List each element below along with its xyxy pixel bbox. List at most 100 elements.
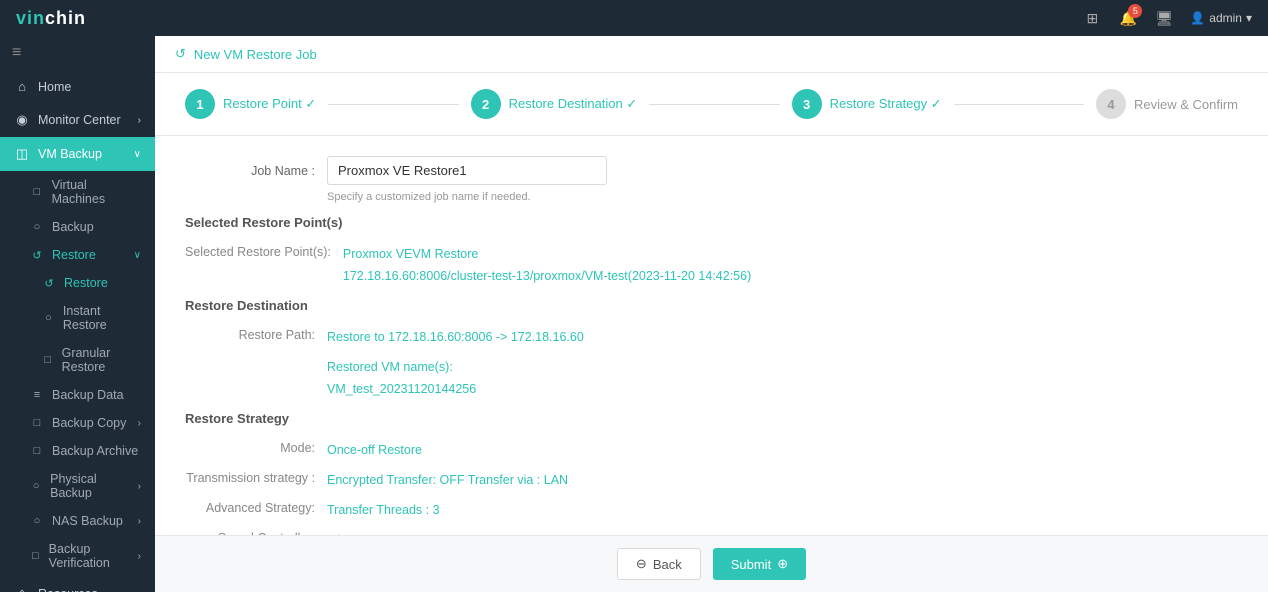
sidebar-label-resources: Resources: [38, 587, 130, 592]
step-connector-3: [954, 104, 1084, 105]
restore-path-label: Restore Path:: [185, 327, 315, 347]
sidebar-toggle[interactable]: ≡: [0, 36, 155, 70]
step-3-circle: 3: [792, 89, 822, 119]
transmission-value: Encrypted Transfer: OFF Transfer via : L…: [327, 470, 568, 490]
sidebar-label-backup-verification: Backup Verification: [49, 542, 130, 570]
physical-backup-arrow: ›: [138, 481, 141, 492]
vmbackup-icon: ◫: [14, 146, 30, 162]
granular-restore-icon: □: [42, 354, 54, 366]
sidebar-item-backup-data[interactable]: ≡ Backup Data: [0, 381, 155, 409]
sidebar-item-virtual-machines[interactable]: □ Virtual Machines: [0, 171, 155, 213]
nas-backup-arrow: ›: [138, 516, 141, 527]
sidebar-label-vms: Virtual Machines: [52, 178, 141, 206]
restored-vm-header: Restored VM name(s):: [327, 357, 476, 377]
topbar: vinchin ⊞ 🔔 5 🖥 👤 admin ▾: [0, 0, 1268, 36]
sidebar-item-backup-verification[interactable]: □ Backup Verification ›: [0, 535, 155, 577]
sidebar-item-resources[interactable]: ◈ Resources ›: [0, 577, 155, 592]
submit-label: Submit: [731, 557, 771, 572]
wizard-steps: 1 Restore Point ✓ 2 Restore Destination …: [155, 73, 1268, 136]
restore-destination-section-header: Restore Destination: [185, 298, 1238, 317]
step-1: 1 Restore Point ✓: [185, 89, 316, 119]
backup-verification-arrow: ›: [138, 551, 141, 562]
restore-point-value-2: 172.18.16.60:8006/cluster-test-13/proxmo…: [343, 266, 751, 286]
restored-vm-name: VM_test_20231120144256: [327, 379, 476, 399]
form-footer: ⊖ Back Submit ⊕: [155, 535, 1268, 592]
sidebar-label-backup-archive: Backup Archive: [52, 444, 138, 458]
chevron-down-icon: ▾: [1246, 11, 1252, 25]
sidebar-item-restore[interactable]: ↺ Restore ∨: [0, 241, 155, 269]
step-1-label: Restore Point ✓: [223, 96, 316, 112]
job-name-row: Job Name :: [185, 156, 1238, 185]
restore-icon: ↺: [30, 249, 44, 262]
step-4-label: Review & Confirm: [1134, 97, 1238, 112]
sidebar-label-nas-backup: NAS Backup: [52, 514, 123, 528]
topbar-right: ⊞ 🔔 5 🖥 👤 admin ▾: [1082, 8, 1252, 28]
notification-badge: 5: [1128, 4, 1142, 18]
bell-icon[interactable]: 🔔 5: [1118, 8, 1138, 28]
backup-archive-icon: □: [30, 445, 44, 457]
vms-icon: □: [30, 186, 44, 198]
admin-menu[interactable]: 👤 admin ▾: [1190, 11, 1252, 25]
step-2-label: Restore Destination ✓: [509, 96, 638, 112]
sidebar-item-backup[interactable]: ○ Backup: [0, 213, 155, 241]
grid-icon[interactable]: ⊞: [1082, 8, 1102, 28]
sidebar-label-instant-restore: Instant Restore: [63, 304, 141, 332]
physical-backup-icon: ○: [30, 480, 42, 492]
sidebar-item-physical-backup[interactable]: ○ Physical Backup ›: [0, 465, 155, 507]
nas-backup-icon: ○: [30, 515, 44, 527]
restore-point-label: Selected Restore Point(s):: [185, 244, 331, 286]
sidebar-item-granular-restore[interactable]: □ Granular Restore: [0, 339, 155, 381]
job-name-label: Job Name :: [185, 164, 315, 178]
restored-vm-label-empty: [185, 357, 315, 399]
step-3: 3 Restore Strategy ✓: [792, 89, 942, 119]
backup-verification-icon: □: [30, 550, 41, 562]
submit-icon: ⊕: [777, 556, 788, 572]
sidebar-label-vmbackup: VM Backup: [38, 147, 126, 161]
restore-point-value-1: Proxmox VEVM Restore: [343, 244, 751, 264]
user-icon: 👤: [1190, 11, 1205, 25]
sidebar-label-backup-data: Backup Data: [52, 388, 124, 402]
step-3-label: Restore Strategy ✓: [830, 96, 942, 112]
step-4-circle: 4: [1096, 89, 1126, 119]
sidebar-item-backup-copy[interactable]: □ Backup Copy ›: [0, 409, 155, 437]
sidebar-item-nas-backup[interactable]: ○ NAS Backup ›: [0, 507, 155, 535]
logo-suffix: chin: [45, 8, 86, 28]
step-connector-2: [649, 104, 779, 105]
sidebar-item-vmbackup[interactable]: ◫ VM Backup ∨: [0, 137, 155, 171]
sidebar-item-instant-restore[interactable]: ○ Instant Restore: [0, 297, 155, 339]
monitor-arrow: ›: [138, 115, 141, 126]
job-name-input[interactable]: [327, 156, 607, 185]
sidebar-item-backup-archive[interactable]: □ Backup Archive: [0, 437, 155, 465]
restore-path-row: Restore Path: Restore to 172.18.16.60:80…: [185, 327, 1238, 347]
page-title: New VM Restore Job: [194, 47, 317, 62]
restore-point-values: Proxmox VEVM Restore 172.18.16.60:8006/c…: [343, 244, 751, 286]
backup-data-icon: ≡: [30, 389, 44, 401]
vmbackup-arrow: ∨: [134, 149, 141, 160]
sidebar-label-backup: Backup: [52, 220, 94, 234]
sidebar-label-physical-backup: Physical Backup: [50, 472, 130, 500]
sidebar-item-home[interactable]: ⌂ Home: [0, 70, 155, 103]
home-icon: ⌂: [14, 79, 30, 94]
backup-copy-arrow: ›: [138, 418, 141, 429]
sidebar-label-monitor: Monitor Center: [38, 113, 130, 127]
backup-copy-icon: □: [30, 417, 44, 429]
sidebar: ≡ ⌂ Home ◉ Monitor Center › ◫ VM Backup …: [0, 36, 155, 592]
transmission-row: Transmission strategy : Encrypted Transf…: [185, 470, 1238, 490]
advanced-label: Advanced Strategy:: [185, 500, 315, 520]
submit-button[interactable]: Submit ⊕: [713, 548, 806, 580]
advanced-value: Transfer Threads : 3: [327, 500, 440, 520]
sidebar-item-restore-sub[interactable]: ↺ Restore: [0, 269, 155, 297]
app-logo: vinchin: [16, 8, 86, 29]
sidebar-item-monitor[interactable]: ◉ Monitor Center ›: [0, 103, 155, 137]
sidebar-label-home: Home: [38, 80, 141, 94]
sidebar-label-restore: Restore: [52, 248, 96, 262]
back-button[interactable]: ⊖ Back: [617, 548, 701, 580]
sidebar-label-backup-copy: Backup Copy: [52, 416, 126, 430]
advanced-row: Advanced Strategy: Transfer Threads : 3: [185, 500, 1238, 520]
restore-sub-icon: ↺: [42, 277, 56, 290]
step-1-circle: 1: [185, 89, 215, 119]
main-layout: ≡ ⌂ Home ◉ Monitor Center › ◫ VM Backup …: [0, 36, 1268, 592]
restore-arrow: ∨: [134, 250, 141, 261]
monitor-icon[interactable]: 🖥: [1154, 8, 1174, 28]
backup-icon: ○: [30, 221, 44, 233]
